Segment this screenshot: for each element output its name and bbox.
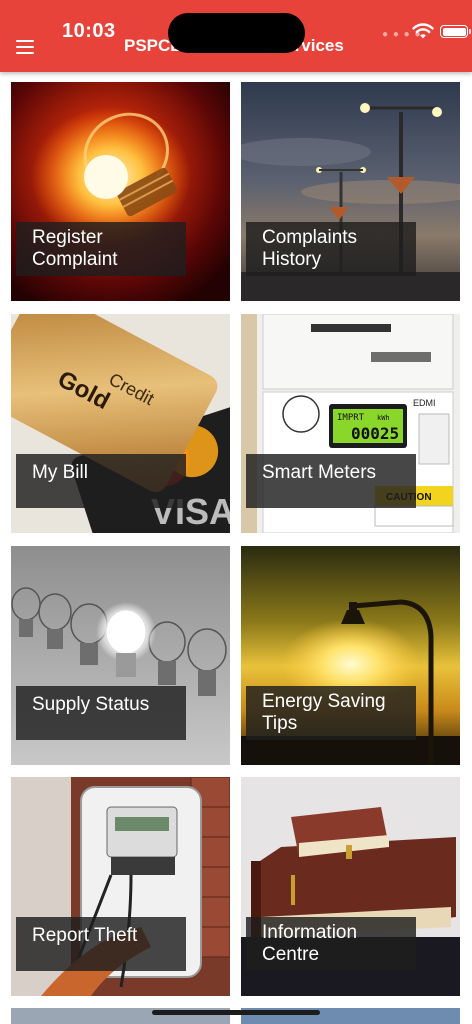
tile-report-theft[interactable]: Report Theft xyxy=(11,777,230,996)
svg-text:kWh: kWh xyxy=(377,414,390,422)
tile-smart-meters[interactable]: IMPRT kWh 00025 EDMI CAUTION Smart Meter… xyxy=(241,314,460,533)
tile-label: My Bill xyxy=(16,454,186,508)
tile-complaints-history[interactable]: Complaints History xyxy=(241,82,460,301)
app-screen: 10:03 PSPCL Consumer Services ● ● ● ● xyxy=(0,0,472,1024)
tile-my-bill[interactable]: VISA Credit Gold My Bill xyxy=(11,314,230,533)
menu-icon[interactable] xyxy=(16,40,36,56)
tile-label: Supply Status xyxy=(16,686,186,740)
tile-supply-status[interactable]: Supply Status xyxy=(11,546,230,765)
battery-icon xyxy=(440,25,471,38)
tile-label: Register Complaint xyxy=(16,222,186,276)
svg-text:EDMI: EDMI xyxy=(413,398,436,408)
tile-label: Report Theft xyxy=(16,917,186,971)
tile-energy-saving-tips[interactable]: Energy Saving Tips xyxy=(241,546,460,765)
tile-label: Complaints History xyxy=(246,222,416,276)
wifi-icon xyxy=(412,23,434,39)
home-indicator[interactable] xyxy=(152,1010,320,1015)
app-bar: 10:03 PSPCL Consumer Services ● ● ● ● xyxy=(0,0,472,72)
svg-text:00025: 00025 xyxy=(351,424,399,443)
tile-label: Smart Meters xyxy=(246,454,416,508)
dynamic-island xyxy=(168,13,305,53)
tile-label: Information Centre xyxy=(246,917,416,971)
tile-register-complaint[interactable]: Register Complaint xyxy=(11,82,230,301)
svg-text:IMPRT: IMPRT xyxy=(337,413,365,423)
status-time: 10:03 xyxy=(62,20,116,42)
tile-information-centre[interactable]: Information Centre xyxy=(241,777,460,996)
tile-label: Energy Saving Tips xyxy=(246,686,416,740)
